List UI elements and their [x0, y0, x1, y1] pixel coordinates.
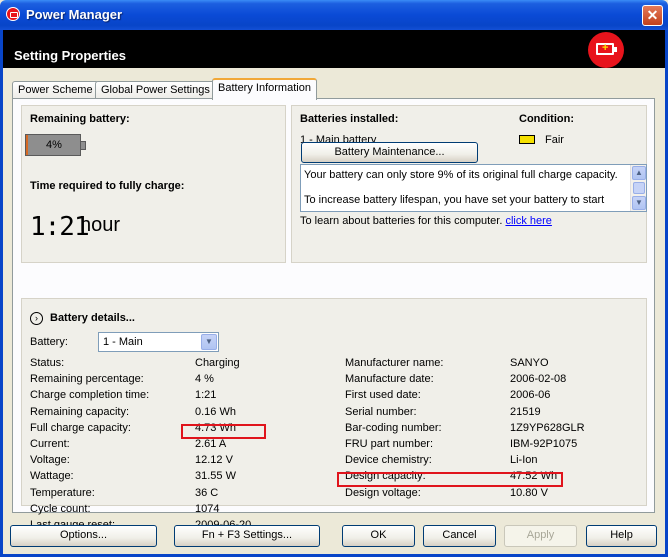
battery-information-panel: Remaining battery: 4% Time required to f…	[12, 98, 655, 531]
scroll-up-icon[interactable]: ▲	[632, 166, 646, 180]
header-banner: Setting Properties +	[3, 30, 665, 68]
detail-value: 4 %	[195, 373, 214, 386]
detail-value: 12.12 V	[195, 454, 233, 467]
detail-value: 2.61 A	[195, 438, 227, 450]
detail-label: Status:	[30, 357, 65, 369]
ok-button[interactable]: OK	[342, 525, 415, 547]
detail-value: 2006-02-08	[510, 373, 567, 386]
detail-label: Charge completion time:	[30, 389, 150, 402]
detail-label: Design voltage:	[345, 486, 421, 499]
detail-label: Temperature:	[30, 486, 95, 499]
detail-label: Device chemistry:	[345, 454, 432, 467]
chevron-down-icon[interactable]: ▼	[201, 334, 217, 350]
title-bar[interactable]: Power Manager ✕	[0, 0, 668, 30]
tab-battery-information[interactable]: Battery Information	[212, 78, 317, 100]
detail-label: Bar-coding number:	[345, 421, 442, 434]
condition-battery-icon	[519, 135, 535, 144]
collapse-chevron-icon[interactable]: ›	[30, 312, 43, 325]
detail-label: First used date:	[345, 389, 421, 402]
detail-value: Charging	[195, 357, 240, 369]
dialog-window: Setting Properties + Power Scheme Global…	[0, 30, 668, 557]
detail-label: Remaining capacity:	[30, 405, 130, 418]
detail-value: 1074	[195, 502, 220, 515]
batteries-installed-label: Batteries installed:	[300, 113, 399, 125]
detail-label: FRU part number:	[345, 438, 434, 450]
detail-value: 10.80 V	[510, 486, 548, 499]
tab-global-power-settings[interactable]: Global Power Settings	[95, 81, 216, 99]
detail-value: 36 C	[195, 486, 219, 499]
remaining-battery-label: Remaining battery:	[30, 113, 130, 125]
fn-f3-settings-button[interactable]: Fn + F3 Settings...	[174, 525, 320, 547]
condition-value: Fair	[545, 134, 564, 146]
detail-value: 1:21	[195, 389, 217, 402]
detail-value: 0.16 Wh	[195, 405, 236, 418]
detail-label: Cycle count:	[30, 502, 91, 515]
condition-label: Condition:	[519, 113, 574, 125]
detail-value: IBM-92P1075	[510, 438, 578, 450]
learn-text: To learn about batteries for this comput…	[300, 215, 552, 227]
battery-message-box[interactable]: Your battery can only store 9% of its or…	[300, 164, 647, 212]
battery-details-title: Battery details...	[50, 312, 135, 324]
message-line-2: To increase battery lifespan, you have s…	[304, 194, 605, 206]
apply-button[interactable]: Apply	[504, 525, 577, 547]
batteries-installed-box: Batteries installed: 1 - Main battery Co…	[291, 105, 647, 263]
message-scrollbar[interactable]: ▲ ▼	[630, 165, 646, 211]
battery-select[interactable]: 1 - Main ▼	[98, 332, 219, 352]
help-button[interactable]: Help	[586, 525, 657, 547]
battery-percent: 4%	[46, 139, 62, 151]
charge-time-label: Time required to fully charge:	[30, 180, 185, 192]
battery-select-label: Battery:	[30, 336, 68, 348]
window-title: Power Manager	[26, 7, 123, 22]
detail-value: SANYO	[510, 357, 549, 369]
message-line-1: Your battery can only store 9% of its or…	[304, 169, 618, 181]
detail-label: Remaining percentage:	[30, 373, 144, 386]
detail-value: 21519	[510, 405, 541, 418]
detail-value: 2006-06	[510, 389, 551, 402]
full-charge-highlight	[181, 424, 266, 439]
detail-value: Li-Ion	[510, 454, 538, 467]
remaining-battery-box: Remaining battery: 4% Time required to f…	[21, 105, 286, 263]
header-title: Setting Properties	[14, 48, 126, 63]
design-capacity-highlight	[337, 472, 563, 487]
tab-power-scheme[interactable]: Power Scheme	[12, 81, 99, 99]
cancel-button[interactable]: Cancel	[423, 525, 496, 547]
detail-label: Wattage:	[30, 470, 74, 483]
detail-label: Current:	[30, 438, 70, 450]
click-here-link[interactable]: click here	[505, 215, 551, 227]
detail-value: 31.55 W	[195, 470, 236, 483]
battery-plus-icon: +	[588, 32, 624, 68]
scroll-thumb[interactable]	[633, 182, 645, 194]
close-button[interactable]: ✕	[642, 5, 663, 26]
detail-label: Serial number:	[345, 405, 417, 418]
power-manager-logo-icon	[6, 7, 20, 21]
scroll-down-icon[interactable]: ▼	[632, 196, 646, 210]
learn-text-label: To learn about batteries for this comput…	[300, 215, 503, 227]
detail-label: Manufacture date:	[345, 373, 434, 386]
detail-label: Full charge capacity:	[30, 421, 131, 434]
options-button[interactable]: Options...	[10, 525, 157, 547]
battery-select-value: 1 - Main	[103, 336, 143, 348]
battery-details-box: › Battery details... Battery: 1 - Main ▼…	[21, 298, 647, 531]
charge-time-unit: hour	[80, 214, 121, 236]
detail-label: Voltage:	[30, 454, 70, 467]
detail-label: Manufacturer name:	[345, 357, 444, 369]
battery-maintenance-button[interactable]: Battery Maintenance...	[301, 142, 478, 163]
detail-value: 1Z9YP628GLR	[510, 421, 585, 434]
